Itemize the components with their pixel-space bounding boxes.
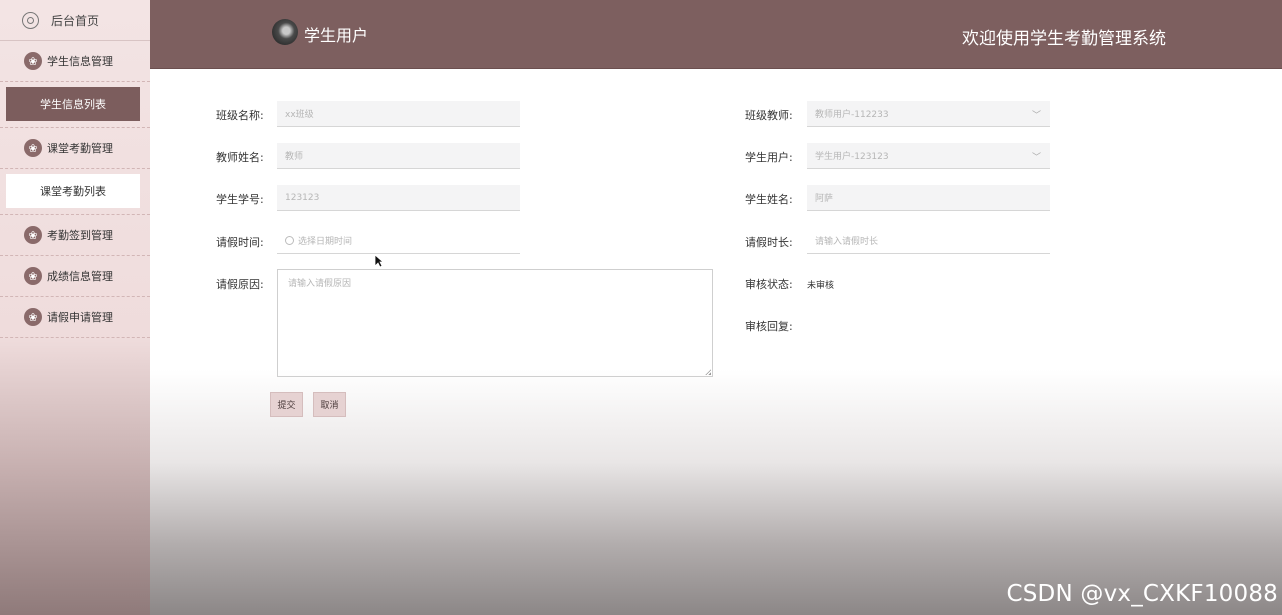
leave-reason-placeholder: 请输入请假原因	[288, 279, 352, 289]
sidebar-group-label: 成绩信息管理	[47, 270, 113, 283]
student-name-label: 学生姓名:	[745, 193, 793, 206]
sidebar-group-student-info[interactable]: ❀ 学生信息管理	[0, 41, 150, 82]
sidebar-group-label: 请假申请管理	[47, 311, 113, 324]
leave-reason-label: 请假原因:	[216, 278, 264, 291]
review-reply-label: 审核回复:	[745, 320, 793, 333]
review-status-label: 审核状态:	[745, 278, 793, 291]
user-label: 学生用户	[304, 26, 369, 45]
chevron-down-icon: ﹀	[1031, 153, 1041, 163]
class-name-field[interactable]: xx班级	[277, 101, 520, 127]
welcome-title: 欢迎使用学生考勤管理系统	[962, 29, 1166, 49]
class-name-label: 班级名称:	[216, 109, 264, 122]
leave-time-label: 请假时间:	[216, 236, 264, 249]
sidebar-item-student-info-list[interactable]: 学生信息列表	[6, 87, 140, 121]
sidebar-group-label: 学生信息管理	[47, 55, 113, 68]
sidebar-group-attendance[interactable]: ❀ 课堂考勤管理	[0, 128, 150, 169]
class-teacher-value: 教师用户-112233	[815, 110, 889, 120]
class-teacher-label: 班级教师:	[745, 109, 793, 122]
sidebar-item-attendance-list[interactable]: 课堂考勤列表	[6, 174, 140, 208]
header: 学生用户 欢迎使用学生考勤管理系统	[150, 0, 1282, 69]
sidebar-home-label: 后台首页	[51, 13, 100, 28]
student-user-select[interactable]: 学生用户-123123 ﹀	[807, 143, 1050, 169]
student-no-value: 123123	[285, 192, 320, 203]
student-user-label: 学生用户:	[745, 151, 793, 164]
leave-duration-label: 请假时长:	[745, 236, 793, 249]
sidebar-item-label: 课堂考勤列表	[40, 185, 106, 198]
leave-duration-field[interactable]: 请输入请假时长	[807, 228, 1050, 254]
review-status-value: 未审核	[807, 281, 835, 291]
sidebar-home[interactable]: 后台首页	[0, 0, 150, 41]
submenu-attendance: 课堂考勤列表	[0, 169, 150, 215]
sidebar-group-leave[interactable]: ❀ 请假申请管理	[0, 297, 150, 338]
teacher-name-label: 教师姓名:	[216, 151, 264, 164]
sidebar-group-grades[interactable]: ❀ 成绩信息管理	[0, 256, 150, 297]
class-teacher-select[interactable]: 教师用户-112233 ﹀	[807, 101, 1050, 127]
leave-duration-placeholder: 请输入请假时长	[815, 237, 879, 247]
student-no-field[interactable]: 123123	[277, 185, 520, 211]
leave-time-placeholder: 选择日期时间	[298, 237, 353, 247]
watermark: CSDN @vx_CXKF10088	[1006, 581, 1278, 607]
flower-icon: ❀	[24, 226, 42, 244]
sidebar: 后台首页 ❀ 学生信息管理 学生信息列表 ❀ 课堂考勤管理 课堂考勤列表 ❀ 考…	[0, 0, 151, 615]
cancel-button[interactable]: 取消	[313, 392, 346, 417]
flower-icon: ❀	[24, 308, 42, 326]
flower-icon: ❀	[24, 139, 42, 157]
sidebar-group-label: 课堂考勤管理	[47, 142, 113, 155]
student-name-field[interactable]: 阿萨	[807, 185, 1050, 211]
class-name-value: xx班级	[285, 110, 314, 120]
sidebar-item-label: 学生信息列表	[40, 98, 106, 111]
sidebar-group-label: 考勤签到管理	[47, 229, 113, 242]
leave-reason-textarea[interactable]: 请输入请假原因	[277, 269, 713, 377]
resize-handle-icon[interactable]	[705, 369, 711, 375]
chevron-down-icon: ﹀	[1031, 111, 1041, 121]
avatar[interactable]	[272, 19, 298, 45]
student-user-value: 学生用户-123123	[815, 152, 889, 162]
clock-icon	[285, 236, 294, 245]
home-icon	[22, 11, 39, 29]
main-form: 班级名称: xx班级 班级教师: 教师用户-112233 ﹀ 教师姓名: 教师 …	[150, 69, 1282, 615]
flower-icon: ❀	[24, 52, 42, 70]
teacher-name-value: 教师	[285, 152, 304, 162]
submit-button[interactable]: 提交	[270, 392, 303, 417]
submenu-student-info: 学生信息列表	[0, 82, 150, 128]
mouse-cursor-icon	[374, 254, 384, 268]
flower-icon: ❀	[24, 267, 42, 285]
student-no-label: 学生学号:	[216, 193, 264, 206]
leave-time-picker[interactable]: 选择日期时间	[277, 228, 520, 254]
sidebar-group-checkin[interactable]: ❀ 考勤签到管理	[0, 215, 150, 256]
student-name-value: 阿萨	[815, 194, 834, 204]
teacher-name-field[interactable]: 教师	[277, 143, 520, 169]
